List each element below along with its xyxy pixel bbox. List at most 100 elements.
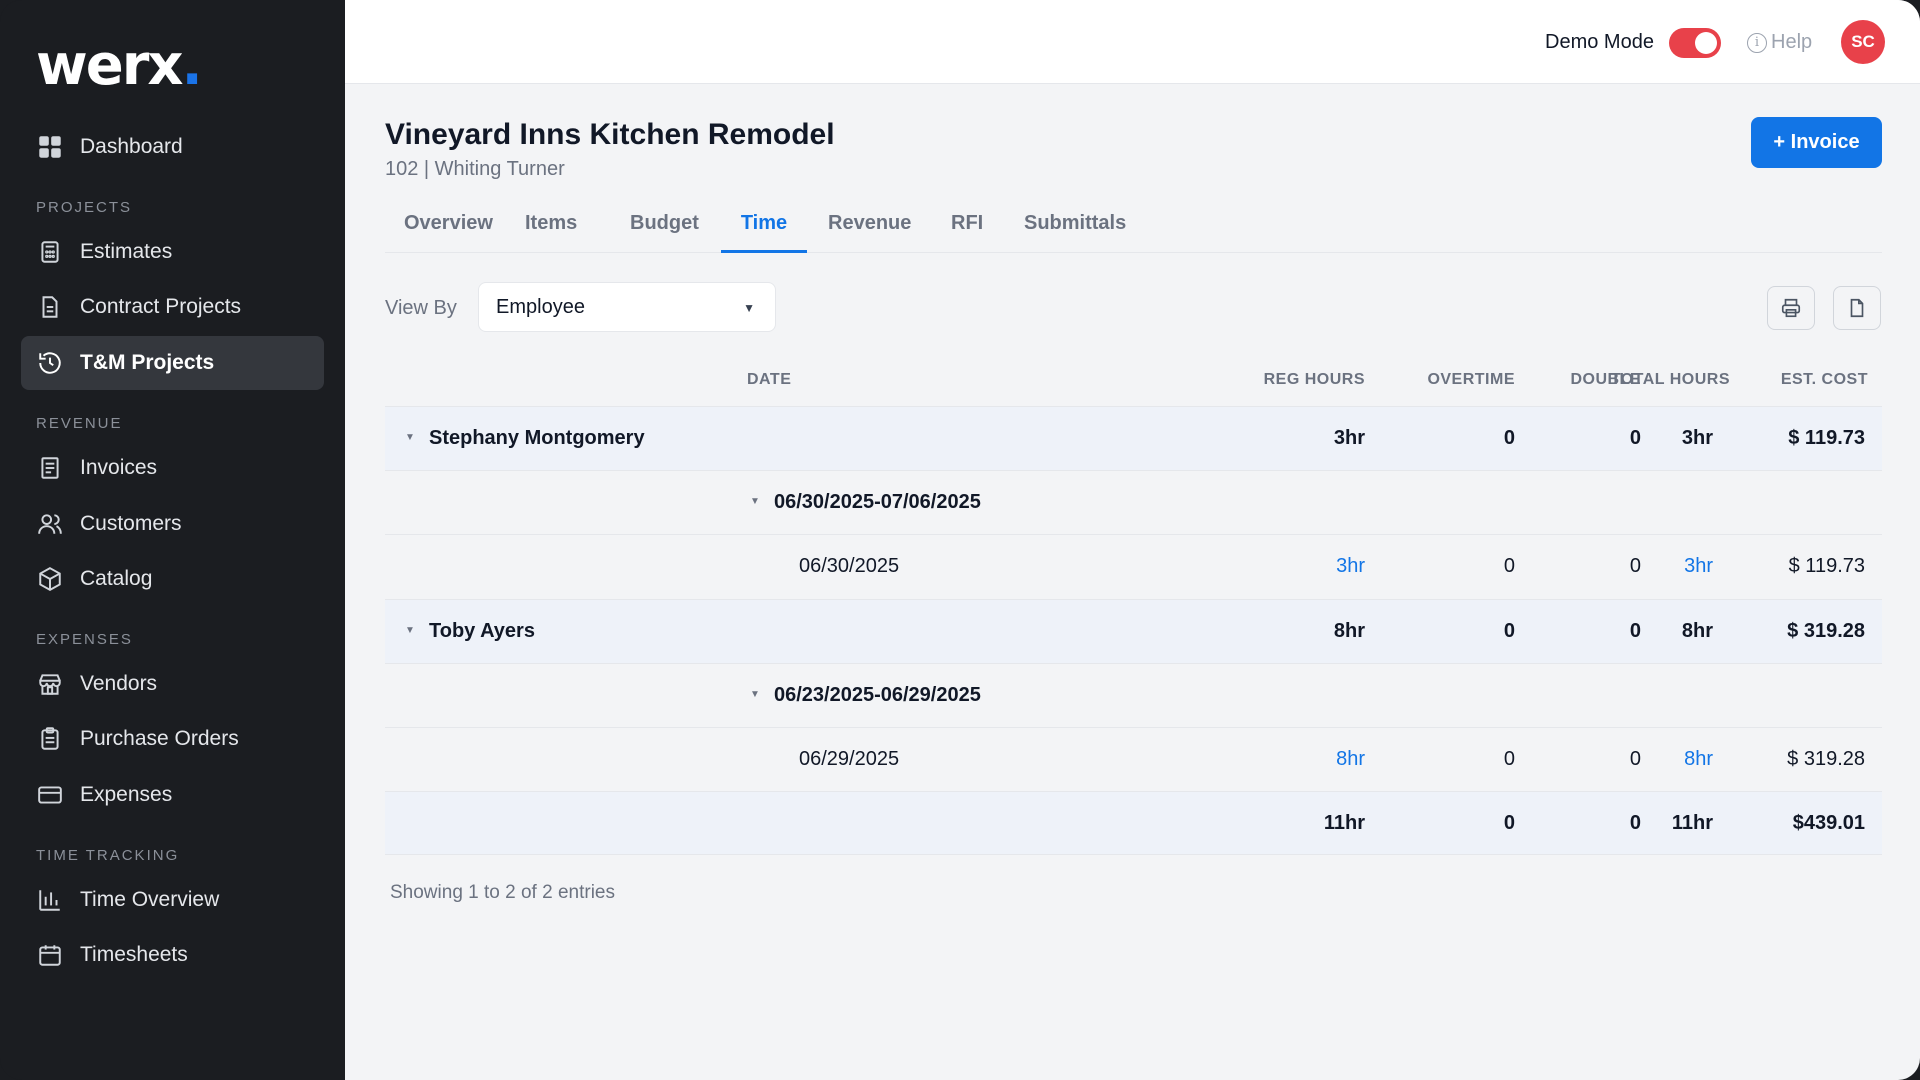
- tab-submittals[interactable]: Submittals: [1024, 212, 1126, 253]
- reg-hours: 3hr: [1333, 427, 1365, 449]
- col-header-date: DATE: [747, 371, 792, 388]
- tab-items[interactable]: Items: [525, 212, 577, 253]
- calculator-icon: [36, 238, 64, 266]
- sidebar-item-label: Dashboard: [80, 135, 183, 158]
- section-label-revenue: REVENUE: [36, 415, 123, 432]
- sidebar-item-dashboard[interactable]: Dashboard: [21, 120, 324, 174]
- werx-logo[interactable]: werx.: [36, 36, 203, 96]
- entry-date: 06/29/2025: [799, 748, 900, 770]
- top-bar: Demo Mode i Help SC: [345, 0, 1920, 84]
- sidebar-item-label: Customers: [80, 512, 182, 535]
- employee-name: Stephany Montgomery: [429, 427, 645, 449]
- help-link[interactable]: i Help: [1747, 31, 1812, 54]
- col-header-reg-hours: REG HOURS: [1263, 371, 1365, 388]
- est-cost: $ 319.28: [1787, 620, 1865, 642]
- sidebar-item-label: Vendors: [80, 672, 158, 695]
- sidebar-item-timesheets[interactable]: Timesheets: [21, 928, 324, 982]
- double: 0: [1629, 748, 1641, 770]
- est-cost: $ 119.73: [1788, 427, 1865, 449]
- sidebar-item-estimates[interactable]: Estimates: [21, 225, 324, 279]
- table-row-employee[interactable]: ▼ Toby Ayers 8hr 0 0 8hr $ 319.28: [385, 599, 1882, 663]
- info-icon: i: [1747, 32, 1767, 53]
- sidebar-item-label: Time Overview: [80, 888, 220, 911]
- tab-rfi[interactable]: RFI: [951, 212, 983, 253]
- sidebar-item-purchase-orders[interactable]: Purchase Orders: [21, 712, 324, 766]
- reg-hours: 8hr: [1333, 620, 1365, 642]
- view-by-value: Employee: [496, 295, 585, 318]
- total-hours-link[interactable]: 3hr: [1684, 555, 1713, 578]
- double: 0: [1629, 555, 1641, 577]
- total-double: 0: [1629, 812, 1641, 834]
- main-content: Demo Mode i Help SC Vineyard Inns Kitche…: [345, 0, 1920, 1080]
- est-cost: $ 119.73: [1788, 555, 1865, 577]
- avatar[interactable]: SC: [1841, 20, 1885, 64]
- sidebar-item-contract-projects[interactable]: Contract Projects: [21, 280, 324, 334]
- table-row-totals: 11hr 0 0 11hr $439.01: [385, 791, 1882, 855]
- overtime: 0: [1503, 555, 1515, 577]
- total-hours-link[interactable]: 8hr: [1684, 748, 1713, 771]
- store-icon: [36, 670, 64, 698]
- col-header-total-hours-label: TOTAL HOURS: [1610, 371, 1730, 388]
- total-hours: 3hr: [1681, 427, 1713, 449]
- overtime: 0: [1503, 427, 1515, 449]
- sidebar-item-label: Catalog: [80, 567, 153, 590]
- table-row-period[interactable]: ▼ 06/30/2025-07/06/2025: [385, 470, 1882, 534]
- sidebar-item-catalog[interactable]: Catalog: [21, 552, 324, 606]
- double: 0: [1629, 427, 1641, 449]
- sidebar-item-time-overview[interactable]: Time Overview: [21, 873, 324, 927]
- sidebar-item-vendors[interactable]: Vendors: [21, 657, 324, 711]
- sidebar-item-tm-projects[interactable]: T&M Projects: [21, 336, 324, 390]
- file-icon: [1850, 298, 1864, 318]
- export-button[interactable]: [1833, 286, 1881, 330]
- period-range: 06/30/2025-07/06/2025: [774, 491, 981, 513]
- history-icon: [36, 349, 64, 377]
- entry-date: 06/30/2025: [799, 555, 900, 577]
- view-by-label: View By: [385, 297, 457, 319]
- app-window: werx. Dashboard PROJECTS Estimates Contr…: [0, 0, 1920, 1080]
- sidebar-item-expenses[interactable]: Expenses: [21, 768, 324, 822]
- project-tabs: Overview Items Budget Time Revenue RFI S…: [385, 206, 1882, 253]
- grid-icon: [36, 133, 64, 161]
- sidebar-item-label: Invoices: [80, 456, 158, 479]
- sidebar-item-label: Estimates: [80, 240, 173, 263]
- receipt-icon: [36, 454, 64, 482]
- tab-budget[interactable]: Budget: [630, 212, 699, 253]
- chevron-down-icon: ▼: [743, 301, 755, 315]
- employee-name: Toby Ayers: [429, 620, 535, 642]
- est-cost: $ 319.28: [1787, 748, 1865, 770]
- table-row-employee[interactable]: ▼ Stephany Montgomery 3hr 0 0 3hr $ 119.…: [385, 406, 1882, 470]
- tab-time[interactable]: Time: [721, 212, 807, 253]
- page-title: Vineyard Inns Kitchen Remodel: [385, 118, 835, 151]
- reg-hours-link[interactable]: 8hr: [1336, 748, 1365, 771]
- total-reg-hours: 11hr: [1323, 812, 1365, 834]
- demo-mode-toggle[interactable]: [1669, 28, 1721, 58]
- double: 0: [1629, 620, 1641, 642]
- cube-icon: [36, 565, 64, 593]
- sidebar-item-invoices[interactable]: Invoices: [21, 441, 324, 495]
- add-invoice-button[interactable]: + Invoice: [1751, 117, 1882, 168]
- sidebar: werx. Dashboard PROJECTS Estimates Contr…: [0, 0, 345, 1080]
- collapse-caret-icon[interactable]: ▼: [750, 496, 760, 507]
- view-by-select[interactable]: Employee ▼: [478, 282, 776, 332]
- section-label-expenses: EXPENSES: [36, 631, 133, 648]
- bar-chart-icon: [36, 886, 64, 914]
- tab-revenue[interactable]: Revenue: [828, 212, 911, 253]
- page-subtitle: 102 | Whiting Turner: [385, 158, 565, 180]
- credit-card-icon: [36, 781, 64, 809]
- section-label-projects: PROJECTS: [36, 199, 133, 216]
- collapse-caret-icon[interactable]: ▼: [405, 625, 415, 636]
- collapse-caret-icon[interactable]: ▼: [405, 432, 415, 443]
- table-row-period[interactable]: ▼ 06/23/2025-06/29/2025: [385, 663, 1882, 727]
- total-hours: 8hr: [1681, 620, 1713, 642]
- table-row-entry: 06/29/2025 8hr 0 0 8hr $ 319.28: [385, 727, 1882, 791]
- tab-overview[interactable]: Overview: [404, 212, 493, 253]
- toggle-knob: [1695, 32, 1717, 54]
- reg-hours-link[interactable]: 3hr: [1336, 555, 1365, 578]
- total-est-cost: $439.01: [1792, 812, 1865, 834]
- clipboard-icon: [36, 725, 64, 753]
- sidebar-item-customers[interactable]: Customers: [21, 497, 324, 551]
- overtime: 0: [1503, 748, 1515, 770]
- col-header-overtime: OVERTIME: [1427, 371, 1515, 388]
- print-button[interactable]: [1767, 286, 1815, 330]
- collapse-caret-icon[interactable]: ▼: [750, 689, 760, 700]
